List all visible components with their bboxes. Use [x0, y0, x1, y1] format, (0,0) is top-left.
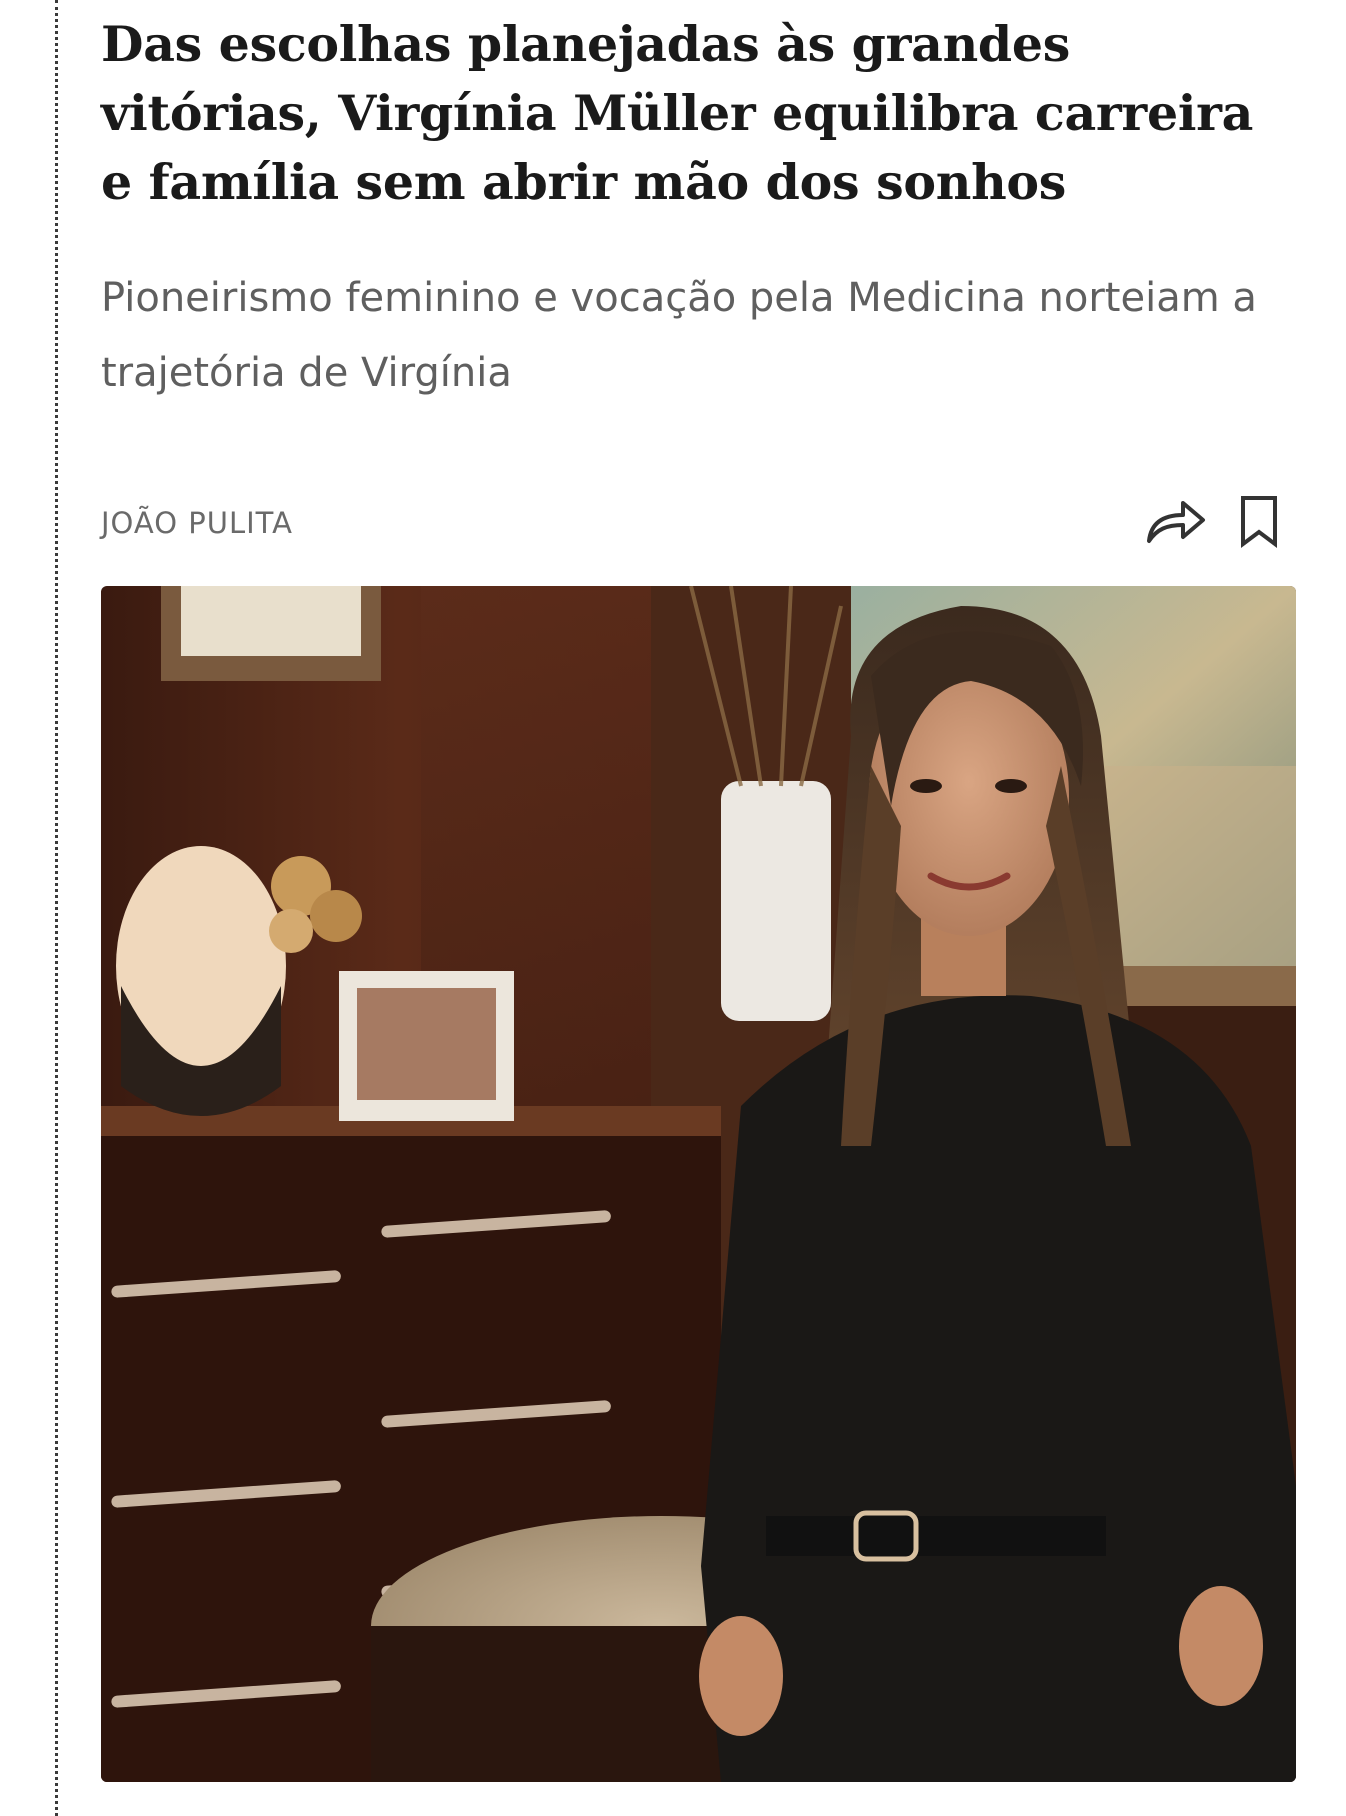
article-headline: Das escolhas planejadas às grandes vitór…	[101, 15, 1254, 211]
byline-row: JOÃO PULITA	[101, 490, 1296, 550]
author-name[interactable]: JOÃO PULITA	[101, 506, 293, 540]
share-button[interactable]	[1145, 490, 1207, 552]
page-left-dotted-rule	[55, 0, 58, 1816]
bookmark-icon	[1241, 496, 1277, 548]
bookmark-button[interactable]	[1228, 490, 1290, 552]
share-arrow-icon	[1147, 501, 1205, 543]
article-photo	[101, 586, 1296, 1782]
portrait-photo	[101, 586, 1296, 1782]
article: Das escolhas planejadas às grandes vitór…	[101, 0, 1296, 1782]
article-subtitle: Pioneirismo feminino e vocação pela Medi…	[101, 275, 1257, 396]
